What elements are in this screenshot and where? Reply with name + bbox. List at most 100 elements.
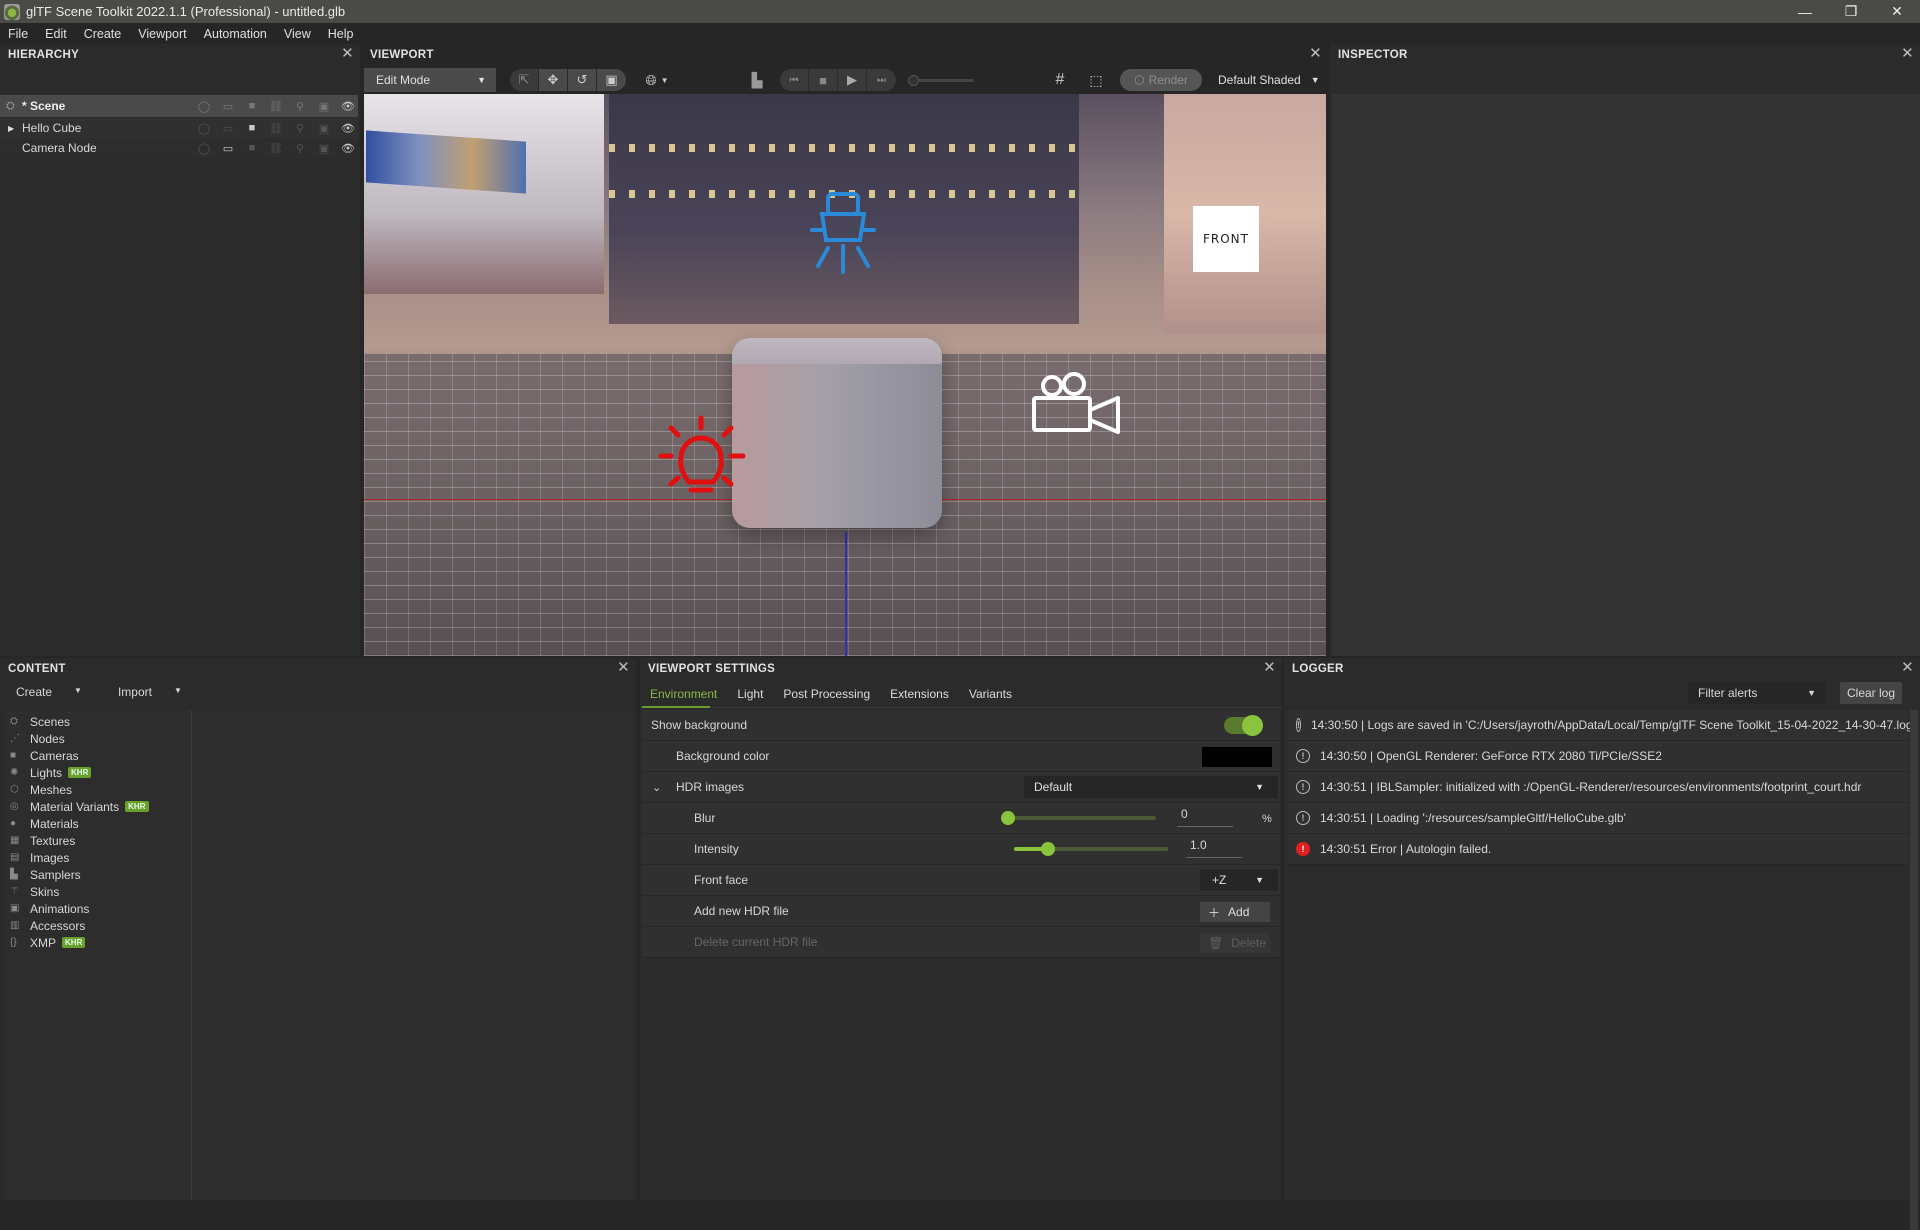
front-face-select[interactable]: +Z ▼ <box>1200 869 1278 891</box>
log-entry[interactable]: ! 14:30:51 | IBLSampler: initialized with… <box>1288 772 1908 803</box>
content-item-animations[interactable]: ▣ Animations <box>2 900 191 917</box>
rotate-tool-icon[interactable]: ↺ <box>568 69 597 91</box>
expand-icon[interactable]: ▶ <box>8 124 14 133</box>
content-item-images[interactable]: ▤ Images <box>2 849 191 866</box>
content-item-textures[interactable]: ▦ Textures <box>2 832 191 849</box>
filter-alerts-value: Filter alerts <box>1698 686 1758 700</box>
link-filter-icon[interactable]: ⛓ <box>264 100 288 113</box>
bone-filter-icon[interactable]: ⚲ <box>288 100 312 113</box>
close-window-button[interactable]: ✕ <box>1874 0 1920 23</box>
scenes-icon: ⛭ <box>10 716 18 727</box>
mode-select[interactable]: Edit Mode ▼ <box>364 68 496 92</box>
filter-alerts-select[interactable]: Filter alerts ▼ <box>1688 682 1826 704</box>
menu-file[interactable]: File <box>8 27 28 41</box>
tab-post-processing[interactable]: Post Processing <box>783 687 870 701</box>
hierarchy-close-icon[interactable]: ✕ <box>341 46 354 61</box>
content-item-accessors[interactable]: ▥ Accessors <box>2 917 191 934</box>
camera-filter-icon[interactable]: ▭ <box>216 100 240 113</box>
select-tool-icon[interactable]: ⇱ <box>510 69 539 91</box>
log-entry[interactable]: ! 14:30:50 | Logs are saved in 'C:/Users/… <box>1288 710 1915 741</box>
content-item-cameras[interactable]: ■ Cameras <box>2 747 191 764</box>
content-item-lights[interactable]: ✺ Lights KHR <box>2 764 191 781</box>
menu-viewport[interactable]: Viewport <box>138 27 186 41</box>
background-color-swatch[interactable] <box>1202 747 1272 767</box>
view-cube-front[interactable]: FRONT <box>1193 206 1259 272</box>
play-icon[interactable]: ▶ <box>838 69 867 91</box>
tab-environment[interactable]: Environment <box>650 687 717 701</box>
tab-extensions[interactable]: Extensions <box>890 687 949 701</box>
box-view-icon[interactable]: ⬚ <box>1086 69 1106 91</box>
grid-icon[interactable]: # <box>1050 69 1070 91</box>
settings-close-icon[interactable]: ✕ <box>1263 660 1276 675</box>
visibility-icon[interactable]: 👁 <box>336 100 360 113</box>
clapper-icon[interactable]: ▙ <box>746 69 768 91</box>
menu-view[interactable]: View <box>284 27 311 41</box>
menu-edit[interactable]: Edit <box>45 27 67 41</box>
shading-select[interactable]: Default Shaded ▼ <box>1218 69 1328 91</box>
import-dropdown[interactable]: Import ▼ <box>118 685 200 699</box>
intensity-value-field[interactable]: 1.0 <box>1186 836 1242 858</box>
visibility-icon[interactable]: 👁 <box>336 122 360 135</box>
restore-button[interactable]: ❐ <box>1828 0 1874 23</box>
logger-close-icon[interactable]: ✕ <box>1901 660 1914 675</box>
content-item-skins[interactable]: ⚚ Skins <box>2 883 191 900</box>
environment-building <box>364 94 604 294</box>
content-item-samplers[interactable]: ▙ Samplers <box>2 866 191 883</box>
environment-globe-icon[interactable]: 🌐︎ ▼ <box>640 69 674 91</box>
inspector-close-icon[interactable]: ✕ <box>1901 46 1914 61</box>
time-slider[interactable] <box>908 75 974 86</box>
tab-light[interactable]: Light <box>737 687 763 701</box>
minimize-button[interactable]: — <box>1782 0 1828 23</box>
tab-variants[interactable]: Variants <box>969 687 1012 701</box>
content-item-label: Animations <box>30 901 90 916</box>
animation-filter-icon[interactable]: ▣ <box>312 100 336 113</box>
content-item-material-variants[interactable]: ◎ Material Variants KHR <box>2 798 191 815</box>
delete-hdr-button[interactable]: 🗑︎ Delete <box>1200 933 1270 953</box>
mesh-filter-icon[interactable]: ■ <box>240 100 264 113</box>
blur-slider[interactable] <box>1001 811 1156 825</box>
log-entry[interactable]: ! 14:30:50 | OpenGL Renderer: GeForce RTX… <box>1288 741 1908 772</box>
light-filter-icon[interactable]: ◯ <box>192 100 216 113</box>
show-background-toggle[interactable] <box>1224 715 1263 736</box>
hdr-images-select[interactable]: Default ▼ <box>1024 776 1278 798</box>
tree-row-hello-cube[interactable]: ▶ Hello Cube ◯ ▭ ■ ⛓ ⚲ ▣ 👁 <box>0 118 358 138</box>
add-hdr-button[interactable]: ＋ Add <box>1200 902 1270 922</box>
clear-log-button[interactable]: Clear log <box>1840 682 1902 704</box>
stop-icon[interactable]: ■ <box>809 69 838 91</box>
log-entry-error[interactable]: ! 14:30:51 Error | Autologin failed. <box>1288 834 1908 865</box>
content-close-icon[interactable]: ✕ <box>617 660 630 675</box>
blur-slider-knob[interactable] <box>1001 811 1015 825</box>
log-scrollbar[interactable] <box>1910 710 1918 1230</box>
camera-gizmo-icon[interactable] <box>1030 372 1124 436</box>
content-item-materials[interactable]: ● Materials <box>2 815 191 832</box>
time-slider-knob[interactable] <box>908 75 919 86</box>
viewport-canvas[interactable]: FRONT <box>364 94 1326 656</box>
hello-cube-mesh[interactable] <box>732 338 942 528</box>
intensity-slider[interactable] <box>1014 842 1168 856</box>
show-background-label: Show background <box>651 718 748 732</box>
skip-start-icon[interactable]: ⏮ <box>780 69 809 91</box>
spot-light-gizmo-icon[interactable] <box>808 190 878 276</box>
content-item-scenes[interactable]: ⛭ Scenes <box>2 713 191 730</box>
log-entry[interactable]: ! 14:30:51 | Loading ':/resources/sampleG… <box>1288 803 1908 834</box>
content-item-meshes[interactable]: ⬡ Meshes <box>2 781 191 798</box>
menu-create[interactable]: Create <box>84 27 122 41</box>
tree-row-camera-node[interactable]: Camera Node ◯ ▭ ■ ⛓ ⚲ ▣ 👁 <box>0 138 358 158</box>
move-tool-icon[interactable]: ✥ <box>539 69 568 91</box>
tree-row-scene[interactable]: ⛭ * Scene ◯ ▭ ■ ⛓ ⚲ ▣ 👁 <box>0 95 358 117</box>
create-dropdown[interactable]: Create ▼ <box>16 685 100 699</box>
menu-automation[interactable]: Automation <box>204 27 267 41</box>
collapse-chevron-icon[interactable]: ⌄ <box>652 781 661 794</box>
cameras-icon: ■ <box>10 750 17 761</box>
blur-value-field[interactable]: 0 <box>1177 805 1233 827</box>
visibility-icon[interactable]: 👁 <box>336 142 360 155</box>
skip-end-icon[interactable]: ⏭ <box>867 69 896 91</box>
render-button[interactable]: ⬡ Render <box>1120 69 1202 91</box>
point-light-gizmo-icon[interactable] <box>651 412 751 512</box>
content-item-xmp[interactable]: {} XMP KHR <box>2 934 191 951</box>
intensity-slider-knob[interactable] <box>1040 842 1055 856</box>
content-item-nodes[interactable]: ⋰ Nodes <box>2 730 191 747</box>
menu-help[interactable]: Help <box>328 27 354 41</box>
viewport-close-icon[interactable]: ✕ <box>1309 46 1322 61</box>
scale-tool-icon[interactable]: ▣ <box>597 69 626 91</box>
